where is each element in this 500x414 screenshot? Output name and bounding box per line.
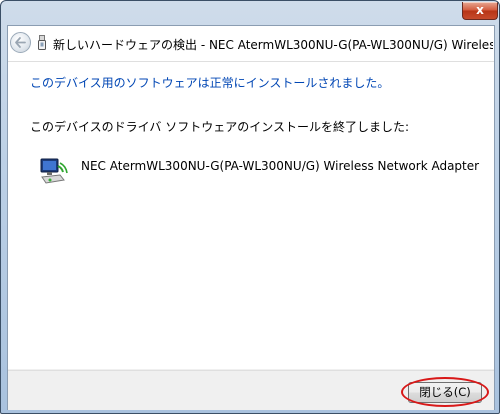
back-button[interactable] (10, 32, 31, 53)
back-arrow-icon (15, 37, 26, 48)
dialog-header: 新しいハードウェアの検出 - NEC AtermWL300NU-G(PA-WL3… (8, 26, 494, 62)
usb-device-icon (38, 35, 46, 50)
install-finished-message: このデバイスのドライバ ソフトウェアのインストールを終了しました: (30, 120, 410, 134)
device-name: NEC AtermWL300NU-G(PA-WL300NU/G) Wireles… (81, 159, 480, 173)
close-button[interactable]: 閉じる(C) (408, 382, 482, 403)
dialog-body: このデバイス用のソフトウェアは正常にインストールされました。 このデバイスのドラ… (8, 62, 494, 369)
network-adapter-icon (40, 158, 68, 184)
dialog-content: 新しいハードウェアの検出 - NEC AtermWL300NU-G(PA-WL3… (7, 25, 495, 410)
dialog-window: x 新しいハードウェアの検出 - NEC AtermWL300NU-G(PA-W… (0, 0, 500, 414)
success-message: このデバイス用のソフトウェアは正常にインストールされました。 (30, 76, 390, 90)
dialog-title: 新しいハードウェアの検出 - NEC AtermWL300NU-G(PA-WL3… (53, 38, 493, 52)
window-close-button[interactable]: x (462, 2, 498, 20)
dialog-footer: 閉じる(C) (8, 370, 494, 410)
